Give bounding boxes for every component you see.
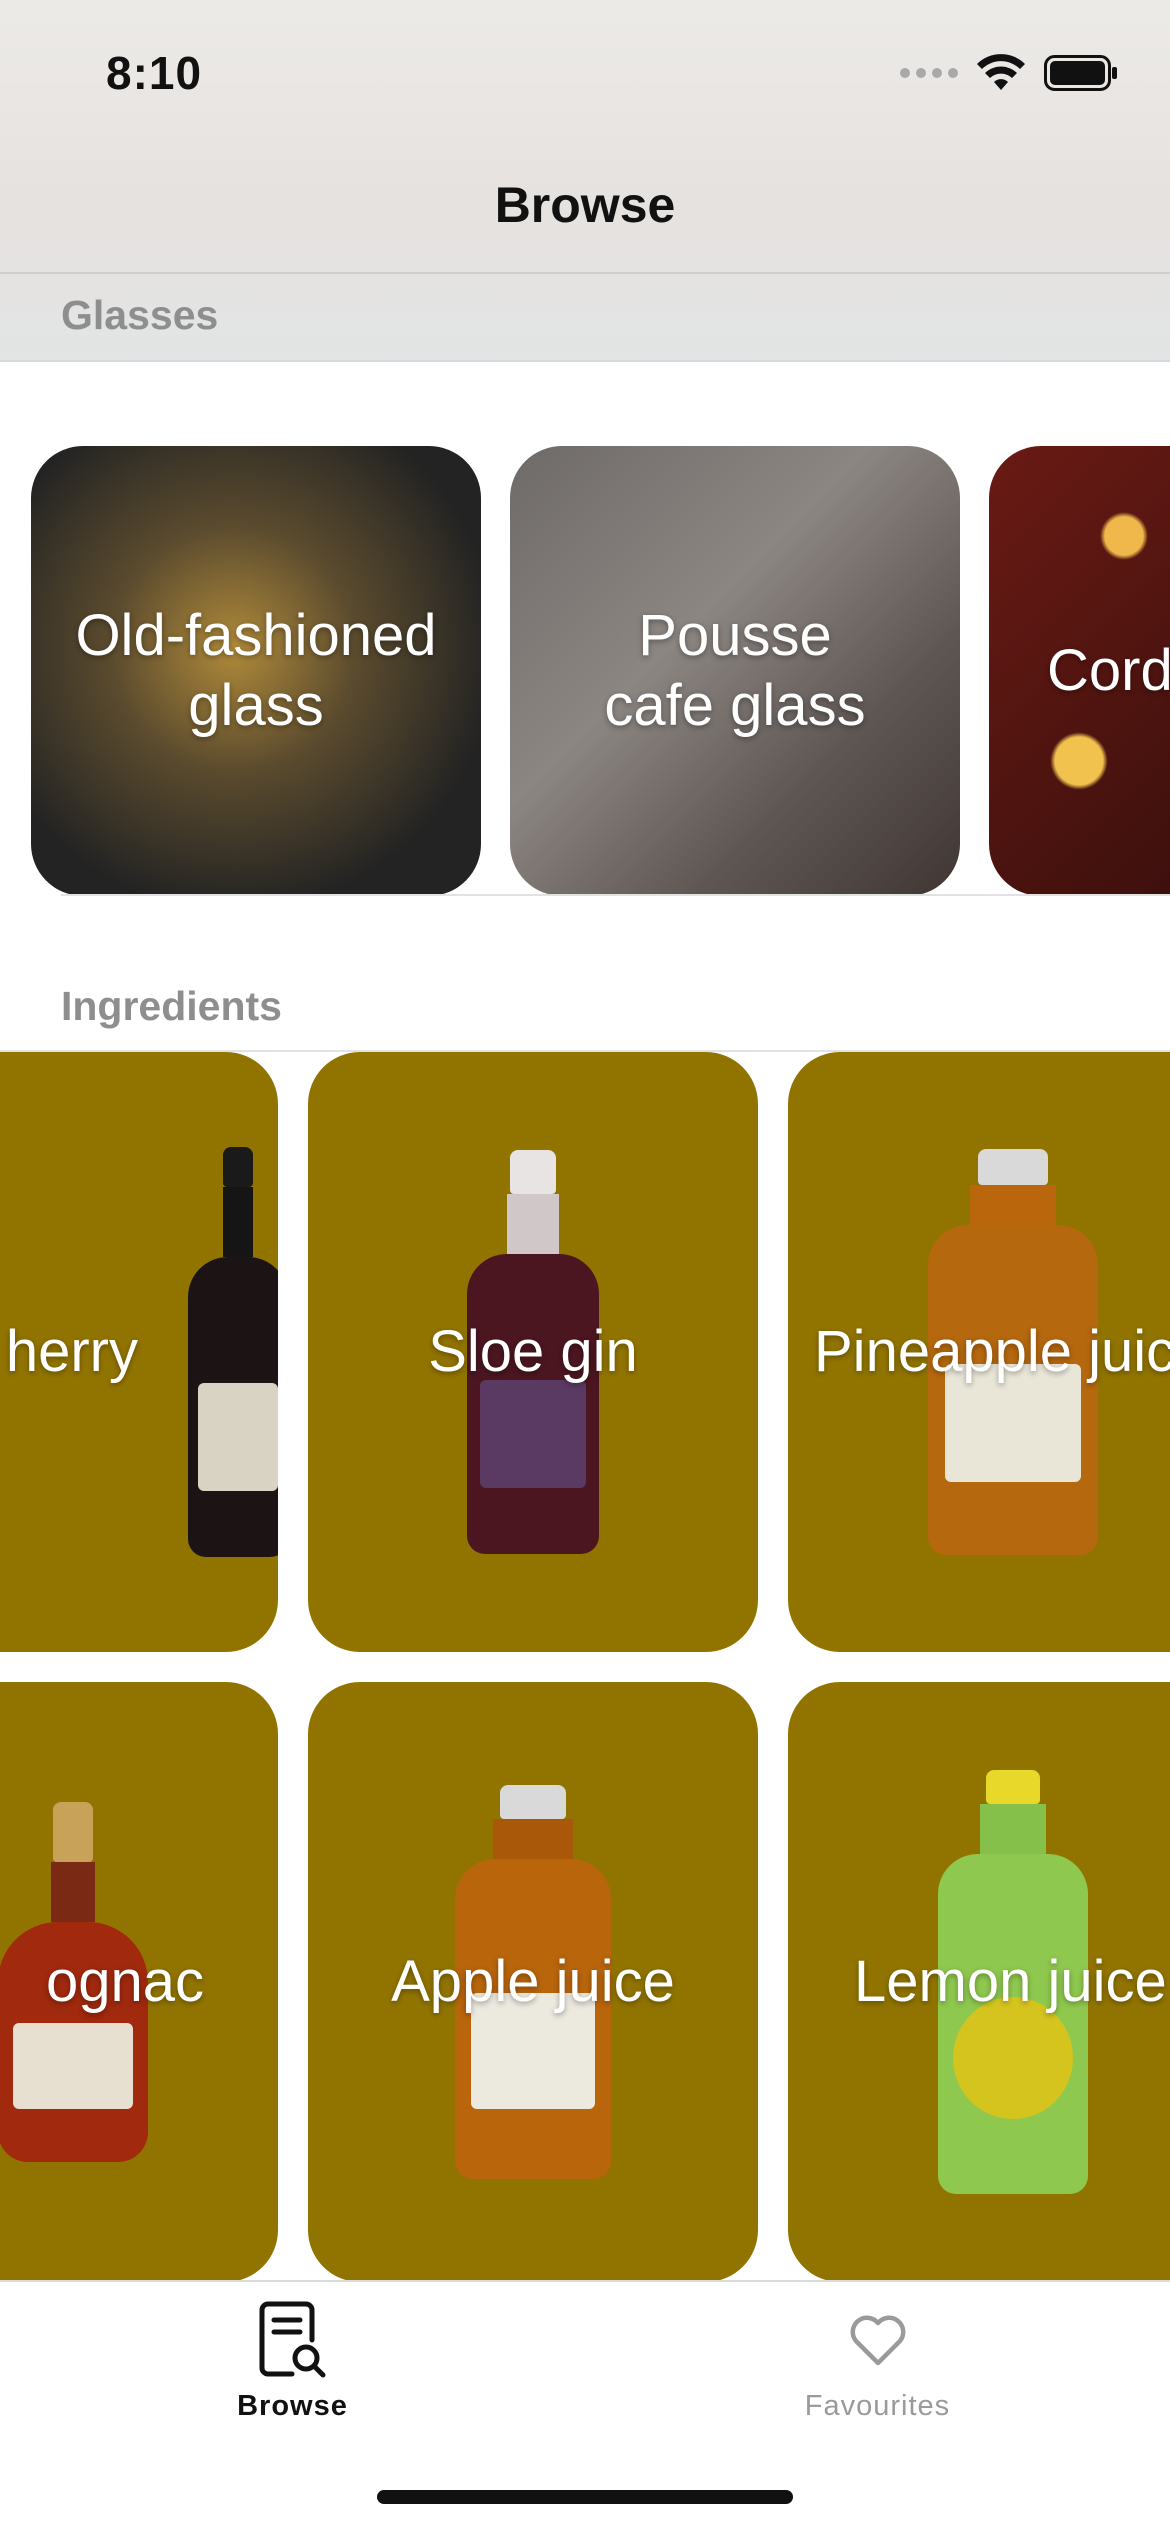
glasses-row: Old-fashioned glass Pousse cafe glass Co… [0, 446, 1170, 896]
glass-card-label: Old-fashioned glass [75, 603, 437, 738]
ingredient-card-sherry[interactable]: herry [0, 1052, 278, 1652]
ingredient-card-label: Apple juice [391, 1949, 675, 2014]
divider [0, 360, 1170, 362]
app-screen: Old-fashioned glass Pousse cafe glass Co… [0, 0, 1170, 2532]
ingredient-card-label: Pineapple juic [814, 1319, 1170, 1384]
ingredient-card-label: Lemon juice [854, 1949, 1167, 2014]
tab-favourites[interactable]: Favourites [585, 2282, 1170, 2432]
tab-favourites-label: Favourites [804, 2390, 951, 2422]
wifi-icon [976, 54, 1026, 92]
section-header-glasses: Glasses [61, 292, 219, 338]
tab-browse-label: Browse [237, 2390, 348, 2422]
browse-icon [258, 2300, 328, 2380]
tab-browse[interactable]: Browse [0, 2282, 585, 2432]
section-header-ingredients: Ingredients [61, 983, 282, 1029]
ingredients-row: herry Sloe gin Pineapple juic [0, 1052, 1170, 1652]
cellular-signal-icon [900, 68, 958, 78]
glass-card-label: Pousse cafe glass [604, 603, 866, 738]
ingredient-card-sloe-gin[interactable]: Sloe gin [308, 1052, 758, 1652]
ingredient-card-pineapple-juice[interactable]: Pineapple juic [788, 1052, 1170, 1652]
heart-icon [848, 2300, 908, 2380]
status-bar: 8:10 [0, 0, 1170, 140]
glass-card-old-fashioned[interactable]: Old-fashioned glass [31, 446, 481, 896]
glass-card-cordial[interactable]: Cord [989, 446, 1170, 896]
home-indicator[interactable] [377, 2490, 793, 2504]
glass-card-label: Cord [1047, 638, 1170, 703]
battery-icon [1044, 55, 1118, 91]
ingredient-card-label: Sloe gin [428, 1319, 638, 1384]
status-time: 8:10 [106, 47, 203, 99]
ingredient-card-label: ognac [45, 1949, 204, 2014]
ingredient-card-apple-juice[interactable]: Apple juice [308, 1682, 758, 2280]
divider [0, 272, 1170, 274]
ingredient-card-label: herry [5, 1319, 138, 1384]
ingredient-card-cognac[interactable]: ognac [0, 1682, 278, 2280]
glass-card-pousse-cafe[interactable]: Pousse cafe glass [510, 446, 960, 896]
divider [61, 894, 1170, 896]
page-title: Browse [494, 177, 676, 233]
ingredients-row: ognac Apple juice Lemon juice [0, 1682, 1170, 2280]
ingredient-card-lemon-juice[interactable]: Lemon juice [788, 1682, 1170, 2280]
